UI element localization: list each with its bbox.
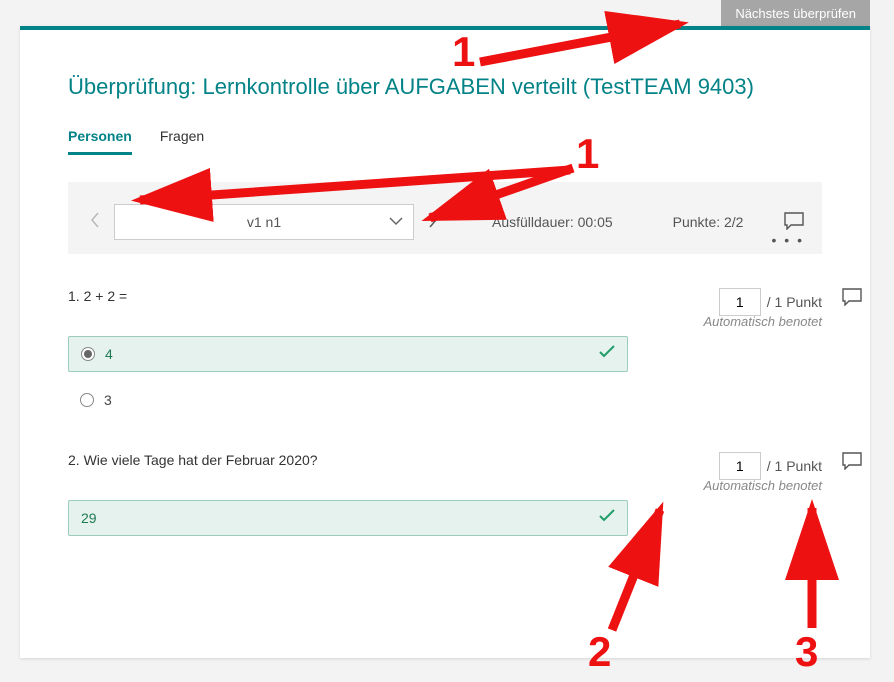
question-2-answer-text: 29	[81, 510, 97, 526]
check-icon	[599, 345, 615, 364]
tab-questions[interactable]: Fragen	[160, 128, 204, 155]
radio-selected-icon	[81, 347, 95, 361]
question-1-score: / 1 Punkt	[719, 288, 822, 316]
question-1-option-2-label: 3	[104, 392, 112, 408]
question-1-option-1: 4	[68, 336, 628, 372]
question-2-comment-icon[interactable]	[842, 452, 862, 473]
question-1-score-input[interactable]	[719, 288, 761, 316]
chevron-down-icon	[389, 214, 403, 230]
check-icon	[599, 509, 615, 528]
respondent-summary: v1 n1 Ausfülldauer: 00:05 Punkte: 2/2 • …	[68, 182, 822, 254]
person-dropdown-label: v1 n1	[247, 214, 281, 230]
question-1: 1. 2 + 2 = / 1 Punkt Automatisch benotet…	[68, 288, 822, 418]
more-menu-icon[interactable]: • • •	[772, 232, 804, 248]
question-2-score-input[interactable]	[719, 452, 761, 480]
review-card: Überprüfung: Lernkontrolle über AUFGABEN…	[20, 26, 870, 658]
tabs: Personen Fragen	[68, 128, 822, 156]
points-label: Punkte: 2/2	[673, 214, 744, 230]
question-1-comment-icon[interactable]	[842, 288, 862, 309]
question-2-text: 2. Wie viele Tage hat der Februar 2020?	[68, 452, 318, 468]
next-person-chevron[interactable]	[424, 212, 442, 233]
question-1-score-max: / 1 Punkt	[767, 294, 822, 310]
duration-label: Ausfülldauer: 00:05	[492, 214, 613, 230]
question-2-score: / 1 Punkt	[719, 452, 822, 480]
page-title: Überprüfung: Lernkontrolle über AUFGABEN…	[68, 74, 822, 100]
question-2-autograded-label: Automatisch benotet	[703, 478, 822, 493]
tab-people[interactable]: Personen	[68, 128, 132, 155]
comment-icon[interactable]	[784, 212, 804, 233]
question-2: 2. Wie viele Tage hat der Februar 2020? …	[68, 452, 822, 536]
review-next-button[interactable]: Nächstes überprüfen	[721, 0, 870, 27]
question-1-option-2: 3	[68, 382, 628, 418]
question-1-option-1-label: 4	[105, 346, 113, 362]
prev-person-chevron	[86, 212, 104, 233]
question-2-score-max: / 1 Punkt	[767, 458, 822, 474]
question-2-answer: 29	[68, 500, 628, 536]
question-1-autograded-label: Automatisch benotet	[703, 314, 822, 329]
question-1-text: 1. 2 + 2 =	[68, 288, 127, 304]
person-dropdown[interactable]: v1 n1	[114, 204, 414, 240]
radio-unselected-icon	[80, 393, 94, 407]
